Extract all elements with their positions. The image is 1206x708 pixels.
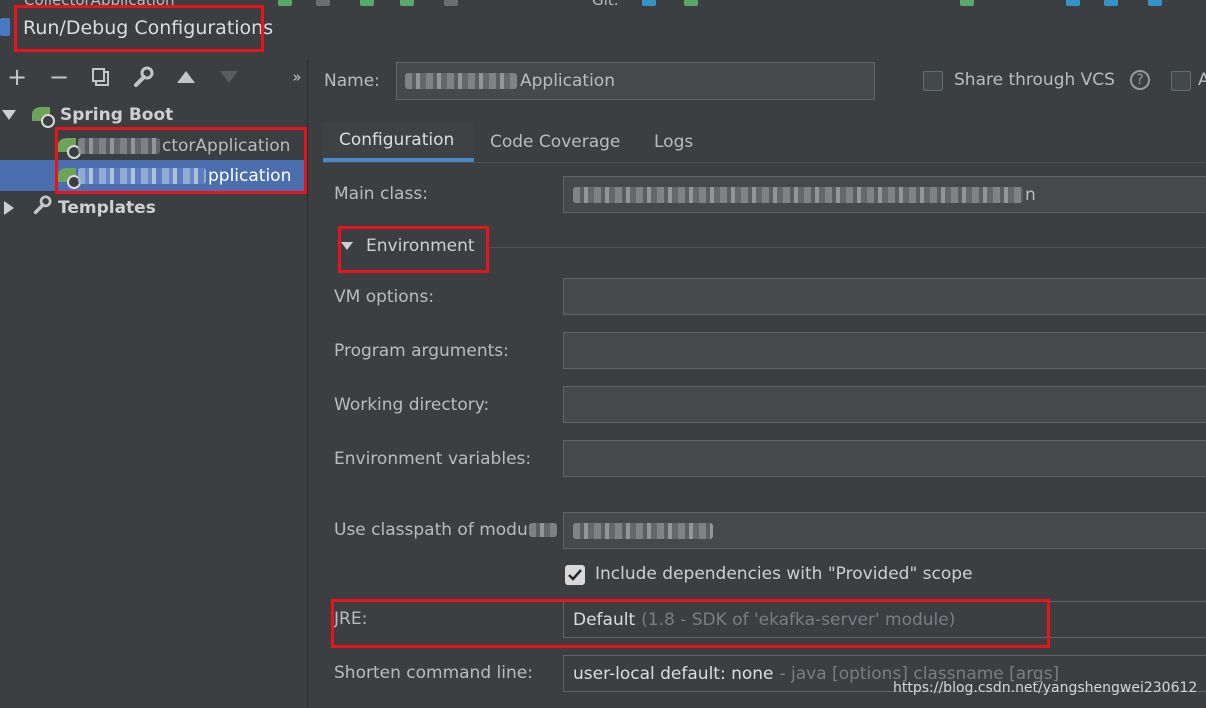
shorten-command-line-label: Shorten command line: [334,663,533,683]
redacted-text [405,73,517,89]
classpath-module-select[interactable] [563,512,1206,549]
toolbar-icon[interactable] [960,0,974,6]
add-configuration-button[interactable]: + [4,63,30,91]
section-separator [488,247,1206,248]
tree-item-config-selected[interactable]: pplication [0,160,307,191]
pane-splitter[interactable] [307,60,308,708]
toolbar-icon[interactable] [1066,0,1080,6]
redacted-module-name [573,522,713,539]
name-value: Application [520,71,615,91]
tab-divider [323,162,1206,163]
jre-select[interactable]: Default (1.8 - SDK of 'ekafka-server' mo… [563,601,1206,638]
jre-value: Default [573,609,636,630]
spring-boot-icon [32,105,55,128]
redacted-text [528,523,557,537]
remove-configuration-button[interactable]: − [46,63,72,91]
include-dependencies-checkbox[interactable] [565,565,585,585]
vm-options-input[interactable] [563,278,1206,315]
tree-toolbar: + − » [0,60,307,94]
arrow-down-icon [220,71,238,83]
redacted-text [573,186,1023,203]
wrench-icon [134,66,154,87]
main-class-label: Main class: [334,184,428,204]
tree-item-config[interactable]: ctorApplication [0,130,307,161]
tree-item-label: ctorApplication [162,135,291,156]
configurations-tree-pane: + − » Spring Boot ctorApplication pplica… [0,60,307,708]
main-class-input[interactable]: n [563,176,1206,213]
main-class-value: n [1025,184,1036,205]
watermark-text: https://blog.csdn.net/yangshengwei230612 [893,680,1198,696]
environment-variables-input[interactable] [563,440,1206,477]
move-up-button[interactable] [173,64,199,90]
collapse-icon[interactable] [4,200,14,215]
copy-configuration-button[interactable] [88,64,114,90]
tab-configuration[interactable]: Configuration [323,122,474,162]
include-dependencies-label: Include dependencies with "Provided" sco… [595,564,973,584]
checkbox-label-clipped: A [1198,70,1206,90]
share-vcs-checkbox[interactable] [923,71,943,91]
share-vcs-label: Share through VCS [954,70,1115,90]
checkmark-icon [568,569,582,581]
toolbar-icon[interactable] [1148,0,1162,6]
classpath-module-label: Use classpath of modu [334,520,557,540]
stop-icon[interactable] [444,0,458,6]
environment-variables-label: Environment variables: [334,449,532,469]
allow-parallel-checkbox[interactable] [1171,71,1191,91]
debug-icon[interactable] [316,0,330,6]
spring-boot-icon [58,166,81,189]
name-label: Name: [324,71,380,91]
copy-icon [92,68,109,86]
wrench-icon [32,195,52,220]
name-input[interactable]: Application [396,62,875,100]
spring-boot-icon [58,136,81,159]
git-label: Git: [592,0,619,8]
arrow-up-icon [177,71,195,83]
tree-group-label: Spring Boot [60,104,174,125]
tree-item-label: pplication [208,165,292,186]
program-arguments-label: Program arguments: [334,341,509,361]
tab-logs[interactable]: Logs [638,122,709,162]
jre-hint: (1.8 - SDK of 'ekafka-server' module) [641,609,956,630]
redacted-text [78,167,206,184]
run-icon[interactable] [278,0,292,6]
environment-collapse-icon[interactable] [341,242,353,250]
toolbar-icon[interactable] [1104,0,1118,6]
vm-options-label: VM options: [334,287,435,307]
tree-group-templates[interactable]: Templates [0,192,307,223]
run-config-selector[interactable]: CollectorApplication [24,0,175,8]
git-update-icon[interactable] [642,0,656,6]
dialog-title: Run/Debug Configurations [23,17,274,39]
redacted-text [78,137,160,154]
shorten-value: user-local default: none [573,663,774,684]
tree-group-label: Templates [58,197,156,218]
edit-defaults-button[interactable] [130,64,156,90]
expand-icon[interactable] [2,109,16,120]
jre-label: JRE: [334,609,368,629]
working-directory-input[interactable] [563,386,1206,423]
help-icon[interactable]: ? [1130,70,1150,90]
working-directory-label: Working directory: [334,395,490,415]
program-arguments-input[interactable] [563,332,1206,369]
tab-code-coverage[interactable]: Code Coverage [474,122,636,162]
tree-group-spring-boot[interactable]: Spring Boot [0,99,307,130]
profile-icon[interactable] [400,0,414,6]
coverage-icon[interactable] [360,0,374,6]
main-toolbar-strip: CollectorApplication Git: [0,0,1206,8]
environment-section-toggle[interactable]: Environment [366,236,475,256]
move-down-button[interactable] [216,64,242,90]
git-commit-icon[interactable] [684,0,698,6]
intellij-icon [0,18,10,36]
